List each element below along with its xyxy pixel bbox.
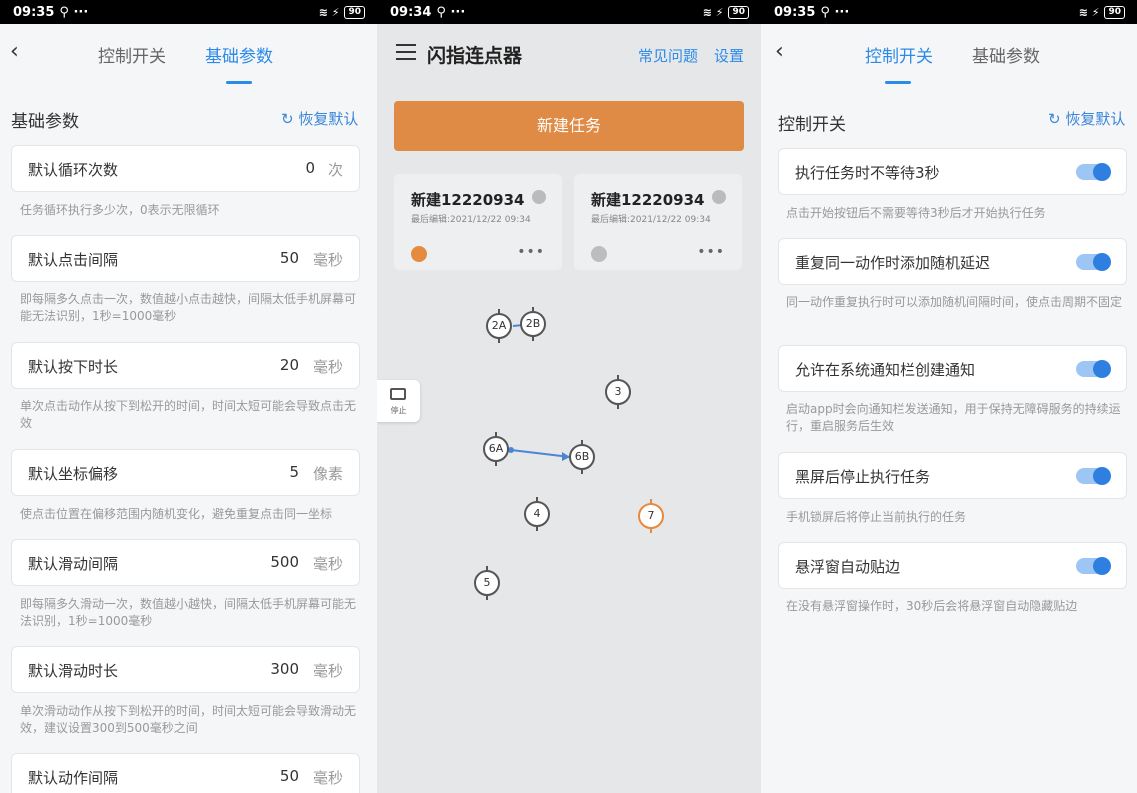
tab-bar: ‹ 控制开关 基础参数 [761,24,1137,84]
notification-icons: ⚲ ··· [59,4,89,20]
click-point[interactable]: 6B [569,440,595,474]
reset-label: 恢复默认 [1065,110,1126,128]
param-value[interactable]: 500 [270,553,299,571]
param-unit: 毫秒 [312,769,343,787]
param-hint: 任务循环执行多少次，0表示无限循环 [20,203,220,217]
param-value[interactable]: 50 [280,767,299,785]
battery-icon: 90 [1104,5,1125,19]
switch-hint: 点击开始按钮后不需要等待3秒后才开始执行任务 [786,206,1046,220]
param-hint: 单次点击动作从按下到松开的时间，时间太短可能会导致点击无效 [20,399,357,430]
switch-notification[interactable]: 允许在系统通知栏创建通知 [778,345,1127,392]
param-label: 默认动作间隔 [28,769,119,787]
param-unit: 像素 [312,465,343,483]
param-unit: 毫秒 [312,662,343,680]
click-point[interactable]: 2B [520,307,546,341]
param-loop-count[interactable]: 默认循环次数 0 次 [11,145,360,192]
swipe-lines [508,323,571,461]
switch-label: 允许在系统通知栏创建通知 [795,361,976,379]
switch-random-delay[interactable]: 重复同一动作时添加随机延迟 [778,238,1127,285]
param-label: 默认滑动间隔 [28,555,119,573]
switch-hint: 同一动作重复执行时可以添加随机间隔时间，使点击周期不固定 [786,295,1123,309]
param-unit: 毫秒 [312,358,343,376]
param-hint: 即每隔多久点击一次，数值越小点击越快，间隔太低手机屏幕可能无法识别，1秒=100… [20,292,357,323]
status-time: 09:35 [774,4,816,20]
param-value[interactable]: 50 [280,249,299,267]
param-value[interactable]: 300 [270,660,299,678]
click-point[interactable]: 4 [524,497,550,531]
param-unit: 毫秒 [312,555,343,573]
tab-control-switch[interactable]: 控制开关 [865,42,933,67]
task-list-screen: 09:34 ⚲ ··· ≋ ⚡ 90 闪指连点器 常见问题 设置 新建任务 新建12… [377,0,761,793]
tab-control-switch[interactable]: 控制开关 [98,42,166,67]
toggle-switch[interactable] [1076,467,1111,485]
param-label: 默认滑动时长 [28,662,119,680]
stop-button[interactable]: 停止 [377,380,420,422]
param-coord-offset[interactable]: 默认坐标偏移 5 像素 [11,449,360,496]
click-point[interactable]: 2A [486,309,512,343]
toggle-switch[interactable] [1076,557,1111,575]
status-time: 09:35 [13,4,55,20]
param-swipe-interval[interactable]: 默认滑动间隔 500 毫秒 [11,539,360,586]
param-value[interactable]: 20 [280,356,299,374]
param-label: 默认按下时长 [28,358,119,376]
tab-basic-params[interactable]: 基础参数 [205,42,273,67]
param-unit: 毫秒 [312,251,343,269]
click-point[interactable]: 3 [605,375,631,409]
status-bar: 09:35 ⚲ ··· ≋ ⚡ 90 [0,0,377,24]
toggle-switch[interactable] [1076,253,1111,271]
settings-control-screen: 09:35 ⚲ ··· ≋ ⚡ 90 ‹ 控制开关 基础参数 控制开关 ↻ 恢复默认… [761,0,1137,793]
wifi-icon: ≋ ⚡ [318,5,340,19]
param-unit: 次 [327,161,343,179]
toggle-switch[interactable] [1076,360,1111,378]
param-hint: 单次滑动动作从按下到松开的时间，时间太短可能会导致滑动无效，建议设置300到50… [20,704,357,735]
battery-icon: 90 [344,5,365,19]
param-click-interval[interactable]: 默认点击间隔 50 毫秒 [11,235,360,282]
switch-auto-dock[interactable]: 悬浮窗自动贴边 [778,542,1127,589]
click-point[interactable]: 6A [483,432,509,466]
status-bar: 09:35 ⚲ ··· ≋ ⚡ 90 [761,0,1137,24]
switch-label: 重复同一动作时添加随机延迟 [795,254,991,272]
switch-label: 悬浮窗自动贴边 [795,558,901,576]
tab-indicator [885,81,911,84]
param-action-interval[interactable]: 默认动作间隔 50 毫秒 [11,753,360,793]
tab-bar: ‹ 控制开关 基础参数 [0,24,377,84]
click-point[interactable]: 7 [638,499,664,533]
param-swipe-duration[interactable]: 默认滑动时长 300 毫秒 [11,646,360,693]
switch-hint: 启动app时会向通知栏发送通知，用于保持无障碍服务的持续运行，重启服务后生效 [786,402,1121,433]
switch-stop-on-lock[interactable]: 黑屏后停止执行任务 [778,452,1127,499]
tab-basic-params[interactable]: 基础参数 [972,42,1040,67]
reset-default-button[interactable]: ↻ 恢复默认 [1048,108,1125,129]
param-label: 默认点击间隔 [28,251,119,269]
param-value[interactable]: 0 [305,159,315,177]
param-label: 默认循环次数 [28,161,119,179]
param-value[interactable]: 5 [289,463,299,481]
switch-no-wait[interactable]: 执行任务时不等待3秒 [778,148,1127,195]
back-icon[interactable]: ‹ [775,41,795,63]
reset-default-button[interactable]: ↻ 恢复默认 [281,108,358,129]
notification-icons: ⚲ ··· [820,4,850,20]
switch-hint: 在没有悬浮窗操作时，30秒后会将悬浮窗自动隐藏贴边 [786,599,1078,613]
tab-indicator [226,81,252,84]
switch-label: 黑屏后停止执行任务 [795,468,931,486]
param-label: 默认坐标偏移 [28,465,119,483]
stop-label: 停止 [390,406,407,415]
toggle-switch[interactable] [1076,163,1111,181]
refresh-icon: ↻ [1048,110,1061,128]
wifi-icon: ≋ ⚡ [1078,5,1100,19]
settings-basic-screen: 09:35 ⚲ ··· ≋ ⚡ 90 ‹ 控制开关 基础参数 基础参数 ↻ 恢复默认… [0,0,377,793]
back-icon[interactable]: ‹ [10,41,30,63]
param-hint: 即每隔多久滑动一次，数值越小越快，间隔太低手机屏幕可能无法识别，1秒=1000毫… [20,597,357,628]
param-press-duration[interactable]: 默认按下时长 20 毫秒 [11,342,360,389]
section-title: 基础参数 [11,112,79,132]
section-title: 控制开关 [778,115,846,135]
param-hint: 使点击位置在偏移范围内随机变化，避免重复点击同一坐标 [20,507,333,521]
reset-label: 恢复默认 [298,110,359,128]
click-point[interactable]: 5 [474,566,500,600]
switch-label: 执行任务时不等待3秒 [795,164,940,182]
refresh-icon: ↻ [281,110,294,128]
switch-hint: 手机锁屏后将停止当前执行的任务 [786,510,967,524]
pause-icon [390,388,406,400]
